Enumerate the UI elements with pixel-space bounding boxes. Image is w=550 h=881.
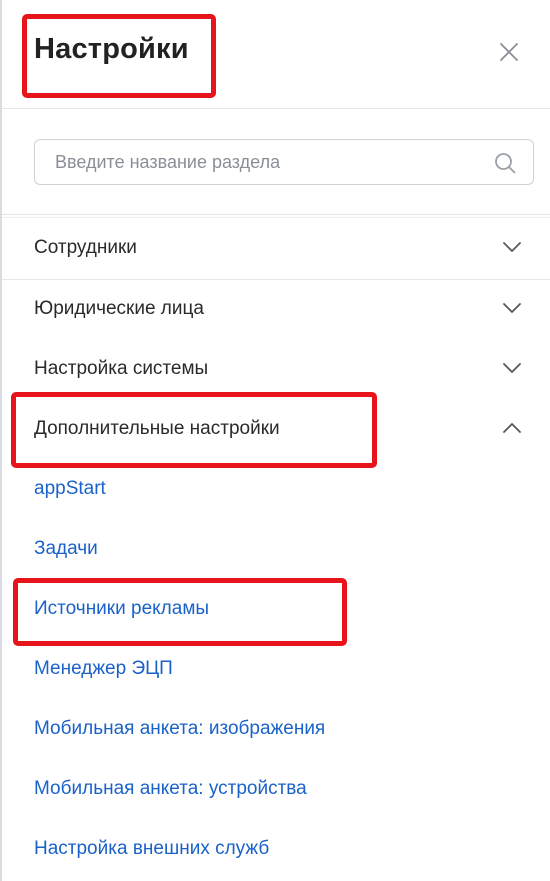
settings-panel: Настройки Сотрудники Юридические лица Н <box>0 0 550 881</box>
chevron-up-icon <box>503 423 521 433</box>
subitem-mobile-form-images[interactable]: Мобильная анкета: изображения <box>34 718 325 740</box>
subitem-mobile-form-devices[interactable]: Мобильная анкета: устройства <box>34 778 307 800</box>
close-icon <box>500 43 518 61</box>
subitem-ad-sources[interactable]: Источники рекламы <box>34 598 209 620</box>
subitem-appstart[interactable]: appStart <box>34 478 106 500</box>
search-box <box>34 139 534 185</box>
chevron-down-icon <box>503 303 521 313</box>
section-label: Дополнительные настройки <box>34 418 280 439</box>
chevron-down-icon <box>503 363 521 373</box>
chevron-down-icon <box>503 242 521 252</box>
panel-header: Настройки <box>2 0 550 109</box>
section-legal-entities[interactable]: Юридические лица <box>2 279 550 339</box>
page-title: Настройки <box>34 33 189 65</box>
search-input[interactable] <box>35 140 475 184</box>
section-system-settings[interactable]: Настройка системы <box>2 339 550 399</box>
section-additional-settings[interactable]: Дополнительные настройки <box>2 399 550 459</box>
section-label: Настройка системы <box>34 358 209 379</box>
subitem-external-services[interactable]: Настройка внешних служб <box>34 838 269 860</box>
section-label: Сотрудники <box>34 237 137 258</box>
search-icon[interactable] <box>493 151 517 175</box>
section-employees[interactable]: Сотрудники <box>2 218 550 278</box>
section-label: Юридические лица <box>34 298 204 319</box>
subitem-eds-manager[interactable]: Менеджер ЭЦП <box>34 658 173 680</box>
subitem-tasks[interactable]: Задачи <box>34 538 98 560</box>
close-button[interactable] <box>498 41 520 63</box>
